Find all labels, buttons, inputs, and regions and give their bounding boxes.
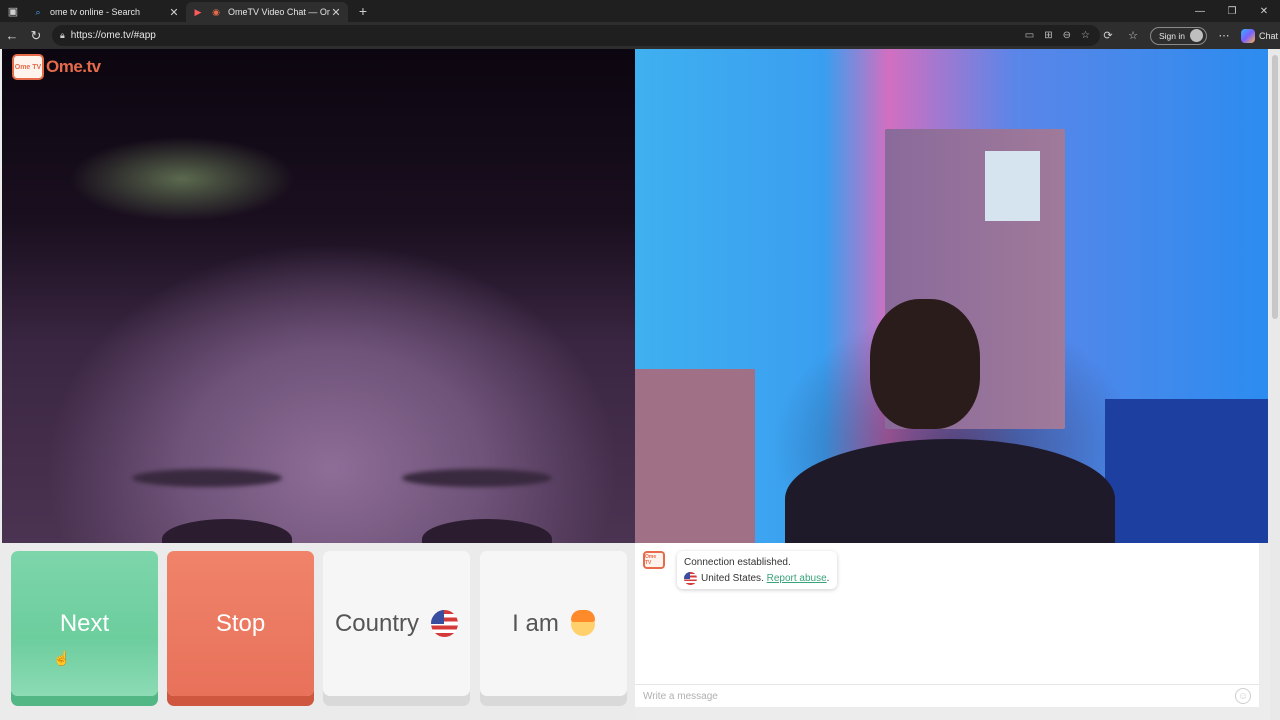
message-input-bar: ☺: [635, 684, 1259, 707]
video-content: [422, 519, 552, 543]
window-controls: — ❐ ✕: [1184, 0, 1280, 22]
message-input[interactable]: [643, 690, 1203, 702]
video-content: [1105, 399, 1268, 543]
copilot-icon: [1241, 28, 1255, 43]
connection-status: Connection established.: [684, 557, 791, 568]
country-label: Country: [334, 609, 420, 637]
extensions-icon[interactable]: ⟳: [1100, 29, 1116, 42]
us-flag-icon: [431, 610, 459, 637]
video-content: [785, 439, 1115, 543]
search-icon: ⌕: [35, 6, 41, 17]
back-icon[interactable]: ←: [0, 22, 24, 49]
favorites-icon[interactable]: ☆: [1125, 29, 1141, 42]
toolbar: ← ↻ 🔒︎ https://ome.tv/#app ▭ ⊞ ⊖ ☆ ⟳ ☆ S…: [0, 22, 1280, 49]
tab-actions-icon[interactable]: ▣: [0, 0, 26, 22]
video-content: [785, 289, 1115, 543]
report-abuse-link[interactable]: Report abuse: [767, 573, 827, 584]
minimize-icon[interactable]: —: [1184, 0, 1216, 22]
control-panel: Next Stop Country I am: [0, 543, 635, 720]
boy-avatar-icon: [570, 609, 595, 636]
close-window-icon[interactable]: ✕: [1248, 0, 1280, 22]
tracking-prevention-icon[interactable]: ⊖: [1063, 30, 1071, 41]
partner-video: [2, 49, 635, 543]
close-icon[interactable]: ✕: [330, 6, 342, 19]
system-message: Connection established. United States. R…: [677, 551, 837, 589]
sign-in-label: Sign in: [1159, 30, 1185, 41]
ometv-favicon-icon: ◉: [212, 6, 220, 17]
refresh-icon[interactable]: ↻: [24, 22, 48, 49]
more-menu-icon[interactable]: ⋯: [1216, 29, 1232, 42]
close-icon[interactable]: ✕: [168, 6, 180, 19]
next-button[interactable]: Next: [11, 551, 158, 696]
video-content: [402, 469, 552, 487]
page-scrollbar[interactable]: [1270, 49, 1280, 720]
emoji-icon[interactable]: ☺: [1235, 688, 1251, 704]
tab-title: ome tv online - Search: [50, 7, 141, 17]
logo-tv-icon: Ome TV: [12, 54, 44, 80]
tab-ometv[interactable]: ▶ ◉ OmeTV Video Chat — Omeg ✕: [186, 2, 348, 22]
copilot-chat-button[interactable]: Chat: [1241, 28, 1279, 43]
ometv-logo[interactable]: Ome TV Ome.tv: [12, 54, 101, 80]
ometv-system-icon: Ome TV: [643, 551, 665, 569]
gender-button[interactable]: I am: [480, 551, 627, 696]
sign-in-button[interactable]: Sign in: [1150, 26, 1207, 45]
media-icon: ▶: [194, 6, 202, 17]
us-flag-icon: [684, 571, 697, 585]
omnibox-actions: ▭ ⊞ ⊖ ☆: [1025, 25, 1090, 46]
stop-button[interactable]: Stop: [167, 551, 314, 696]
country-line: United States. Report abuse.: [684, 571, 830, 587]
logo-wordmark: Ome.tv: [46, 57, 101, 76]
video-content: [635, 369, 755, 543]
tab-search[interactable]: ⌕ ome tv online - Search ✕: [26, 2, 186, 22]
hand-cursor-icon: ☝: [53, 650, 71, 666]
toolbar-right: ⟳ ☆ Sign in ⋯ Chat: [1100, 22, 1278, 49]
self-video: [635, 49, 1268, 543]
country-name: United States.: [701, 573, 764, 584]
profile-avatar-icon: [1190, 29, 1203, 42]
video-content: [985, 151, 1040, 221]
video-content: [132, 469, 282, 487]
report-suffix: .: [826, 573, 830, 584]
chat-panel: Ome TV Connection established. United St…: [635, 543, 1259, 707]
copilot-label: Chat: [1259, 30, 1279, 41]
camera-icon[interactable]: ▭: [1025, 30, 1034, 41]
gender-label: I am: [512, 609, 559, 637]
site-info-icon[interactable]: 🔒︎: [60, 30, 65, 41]
address-bar[interactable]: 🔒︎ https://ome.tv/#app ▭ ⊞ ⊖ ☆: [52, 25, 1100, 46]
tab-title: OmeTV Video Chat — Omeg: [228, 7, 330, 17]
url-text: https://ome.tv/#app: [70, 30, 156, 41]
scrollbar-thumb[interactable]: [1272, 55, 1278, 319]
app-available-icon[interactable]: ⊞: [1044, 30, 1052, 41]
restore-icon[interactable]: ❐: [1216, 0, 1248, 22]
favorite-star-icon[interactable]: ☆: [1081, 30, 1090, 41]
tab-strip: ▣ ⌕ ome tv online - Search ✕ ▶ ◉ OmeTV V…: [0, 0, 1280, 22]
video-content: [870, 299, 980, 429]
video-content: [162, 519, 292, 543]
stop-label: Stop: [215, 609, 266, 637]
next-label: Next: [59, 609, 110, 637]
country-button[interactable]: Country: [323, 551, 470, 696]
new-tab-button[interactable]: +: [352, 3, 374, 19]
